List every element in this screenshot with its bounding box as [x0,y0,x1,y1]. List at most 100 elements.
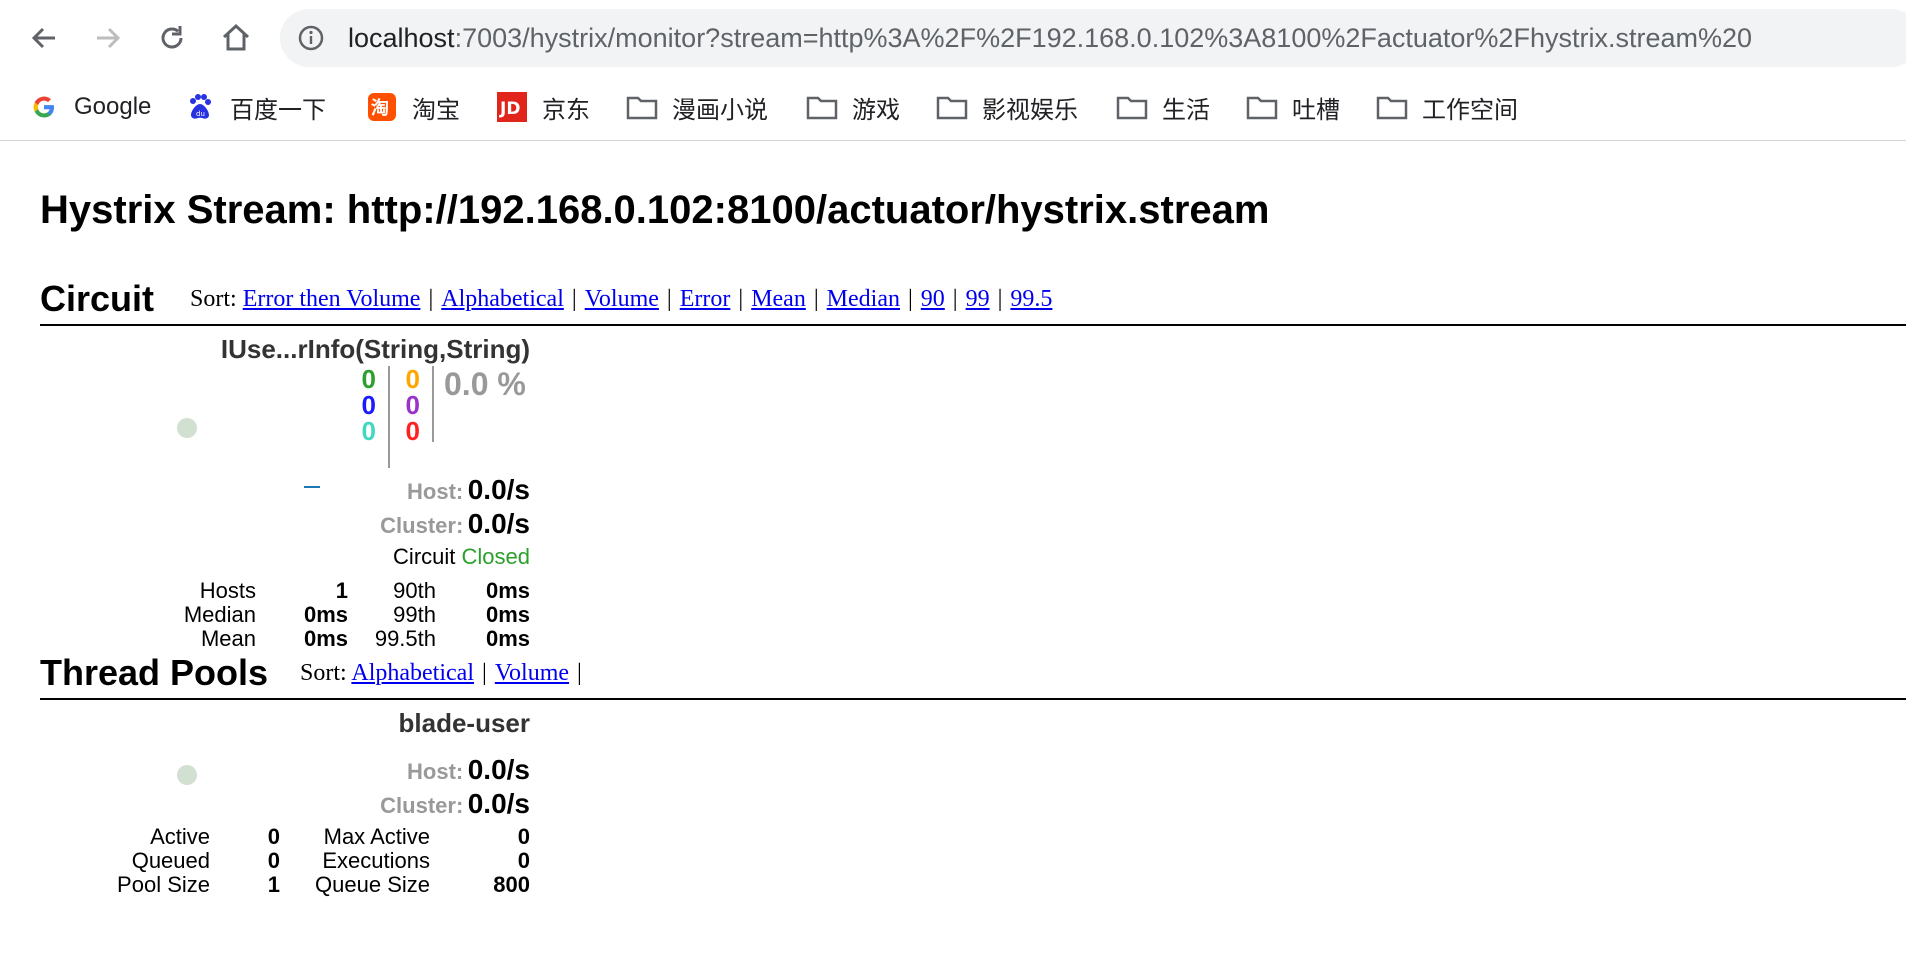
bookmark-jd[interactable]: JD 京东 [496,90,590,124]
home-icon [222,23,250,51]
pool-size-value: 1 [267,872,280,897]
thread-pools-sort-bar: Sort: Alphabetical | Volume | [300,660,582,686]
mean-label: Mean [200,626,256,651]
sort-median-link[interactable]: Median [827,286,900,312]
page-title: Hystrix Stream: http://192.168.0.102:810… [40,188,1270,232]
browser-toolbar: localhost:7003/hystrix/monitor?stream=ht… [0,0,1906,78]
median-label: Median [183,602,256,627]
queued-value: 0 [267,848,280,873]
bookmark-label: 工作空间 [1422,96,1518,124]
hosts-label: Hosts [199,578,256,603]
bookmark-folder-workspace[interactable]: 工作空间 [1376,90,1518,124]
bookmark-label: 游戏 [852,96,900,124]
circuit-divider [40,324,1906,326]
cluster-rate-value: 0.0/s [467,508,530,539]
url-path: :7003/hystrix/monitor?stream=http%3A%2F%… [454,23,1753,53]
cluster-rate-row: Cluster: 0.0/s [380,508,530,540]
svg-text:du: du [196,110,205,118]
sort-volume-link[interactable]: Volume [585,286,659,312]
bookmark-label: 吐槽 [1292,96,1340,124]
bookmark-label: 京东 [542,96,590,124]
queue-size-label: Queue Size [315,872,430,897]
thread-pools-divider [40,698,1906,700]
pool-host-rate-value: 0.0/s [467,754,530,785]
pool-sort-alphabetical-link[interactable]: Alphabetical [351,660,474,686]
host-rate-row: Host: 0.0/s [407,474,530,506]
url-text[interactable]: localhost:7003/hystrix/monitor?stream=ht… [348,22,1752,54]
counts-divider [388,366,390,468]
back-arrow-icon [31,27,55,49]
sort-error-link[interactable]: Error [680,286,731,312]
bookmarks-bar: Google du 百度一下 淘 淘宝 JD 京东 漫画小说 游戏 影视娱乐 生… [0,78,1906,141]
failure-count: 0 [405,416,420,446]
circuit-health-dot [177,418,197,438]
sort-90-link[interactable]: 90 [921,286,945,312]
cluster-rate-label: Cluster: [380,513,464,538]
folder-icon [626,92,658,122]
bookmark-baidu[interactable]: du 百度一下 [184,90,326,124]
bookmark-label: 漫画小说 [672,96,768,124]
host-rate-label: Host: [407,479,464,504]
bad-request-count: 0 [361,416,376,446]
info-icon[interactable] [298,25,324,51]
sort-label: Sort: [300,660,347,686]
bookmark-label: Google [74,93,152,120]
taobao-icon: 淘 [366,92,398,122]
pool-cluster-rate-row: Cluster: 0.0/s [380,788,530,820]
circuit-status-row: Circuit Closed [393,544,530,570]
sparkline [304,486,320,488]
error-divider [432,366,434,442]
sort-mean-link[interactable]: Mean [751,286,806,312]
bookmark-label: 生活 [1162,96,1210,124]
forward-button[interactable] [88,18,128,58]
folder-icon [936,92,968,122]
address-bar[interactable]: localhost:7003/hystrix/monitor?stream=ht… [280,9,1906,67]
executions-label: Executions [322,848,430,873]
pool-size-label: Pool Size [117,872,210,897]
median-value: 0ms [303,602,348,627]
folder-icon [1116,92,1148,122]
forward-arrow-icon [97,27,121,49]
queued-label: Queued [131,848,210,873]
sort-alphabetical-link[interactable]: Alphabetical [441,286,564,312]
p99-label: 99th [393,602,436,627]
circuit-status-label: Circuit [393,544,456,569]
sort-label: Sort: [190,286,237,312]
google-icon [28,92,60,122]
sort-error-then-volume-link[interactable]: Error then Volume [243,286,421,312]
bookmark-folder-life[interactable]: 生活 [1116,90,1210,124]
sort-99-link[interactable]: 99 [966,286,990,312]
circuit-status-value: Closed [461,544,530,569]
bookmark-folder-media[interactable]: 影视娱乐 [936,90,1078,124]
sort-99-5-link[interactable]: 99.5 [1010,286,1052,312]
p995-value: 0ms [485,626,530,651]
bookmark-label: 影视娱乐 [982,96,1078,124]
pool-sort-volume-link[interactable]: Volume [495,660,569,686]
bookmark-google[interactable]: Google [28,90,151,124]
bookmark-folder-games[interactable]: 游戏 [806,90,900,124]
reload-button[interactable] [152,18,192,58]
active-label: Active [150,824,210,849]
bookmark-taobao[interactable]: 淘 淘宝 [366,90,460,124]
pool-health-dot [177,765,197,785]
active-value: 0 [267,824,280,849]
folder-icon [1246,92,1278,122]
bookmark-folder-rant[interactable]: 吐槽 [1246,90,1340,124]
pool-cluster-rate-label: Cluster: [380,793,464,818]
hosts-value: 1 [335,578,348,603]
pool-cluster-rate-value: 0.0/s [467,788,530,819]
back-button[interactable] [24,18,64,58]
queue-size-value: 800 [493,872,530,897]
pool-host-rate-label: Host: [407,759,464,784]
svg-text:JD: JD [499,99,520,119]
bookmark-folder-comics[interactable]: 漫画小说 [626,90,768,124]
url-host: localhost [348,23,455,53]
host-rate-value: 0.0/s [467,474,530,505]
reload-icon [161,26,183,49]
p995-label: 99.5th [374,626,436,651]
baidu-icon: du [184,92,216,122]
pool-host-rate-row: Host: 0.0/s [407,754,530,786]
home-button[interactable] [216,18,256,58]
mean-value: 0ms [303,626,348,651]
folder-icon [1376,92,1408,122]
